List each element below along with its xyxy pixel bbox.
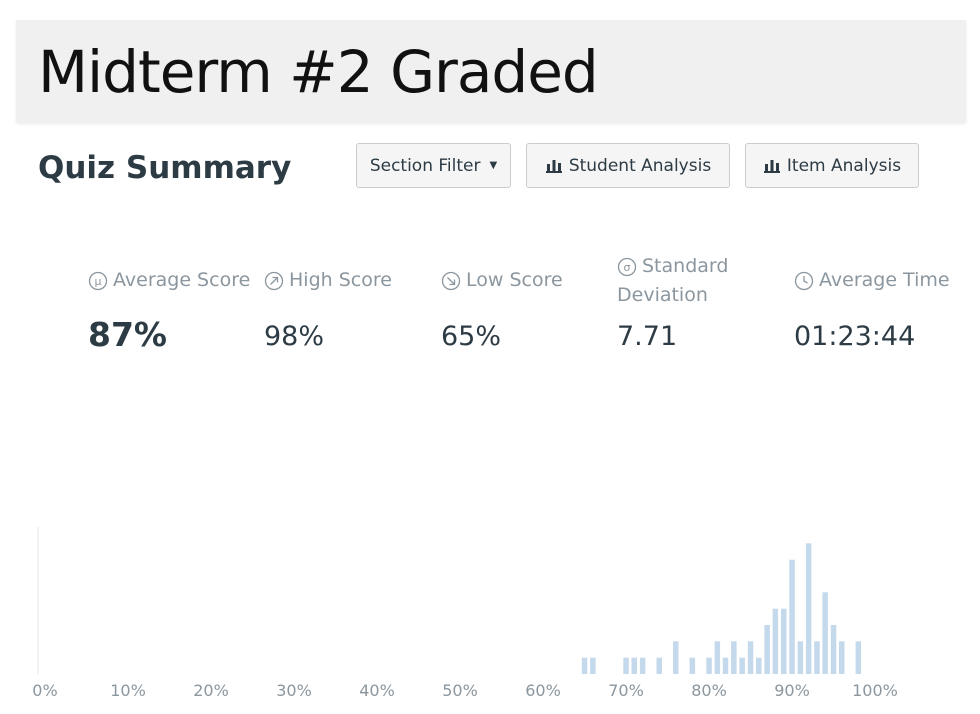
bar-chart-icon (545, 160, 562, 173)
average-time-value: 01:23:44 (794, 321, 916, 352)
caret-down-icon: ▼ (489, 160, 498, 171)
x-tick-label: 80% (691, 681, 727, 700)
stat-average-time: Average Time 01:23:44 (794, 266, 950, 352)
low-score-label: Low Score (466, 269, 563, 291)
x-tick-label: 50% (442, 681, 478, 700)
x-tick-label: 20% (193, 681, 229, 700)
histogram-bar (689, 657, 696, 674)
sigma-icon: σ (617, 257, 637, 277)
stat-low-score: Low Score 65% (441, 266, 563, 352)
x-tick-label: 70% (608, 681, 644, 700)
histogram-bar (739, 657, 745, 674)
high-score-value: 98% (264, 321, 325, 352)
histogram-bar (772, 608, 779, 674)
x-tick-label: 40% (359, 681, 395, 700)
histogram-bar (855, 641, 862, 674)
histogram-bar (639, 657, 646, 674)
item-analysis-button[interactable]: Item Analysis (745, 143, 919, 188)
low-score-value: 65% (441, 321, 502, 352)
histogram-bar (590, 657, 596, 674)
high-score-label: High Score (289, 269, 392, 291)
item-analysis-label: Item Analysis (786, 155, 902, 176)
section-filter-label: Section Filter (369, 155, 481, 176)
histogram-bar (581, 657, 588, 674)
svg-text:μ: μ (95, 275, 102, 288)
student-analysis-button[interactable]: Student Analysis (526, 143, 730, 188)
histogram-bar (839, 641, 845, 674)
standard-label-line1: Standard (642, 255, 729, 277)
arrow-down-right-icon (441, 271, 461, 291)
histogram-bar (731, 641, 737, 674)
score-distribution-chart: 0% 10% 20% 30% 40% 50% 60% 70% 80% 90% 100% (32, 527, 898, 700)
average-score-value: 87% (88, 315, 167, 354)
quiz-summary-heading: Quiz Summary (38, 150, 292, 186)
stat-high-score: High Score 98% (264, 266, 392, 352)
section-filter-button[interactable]: Section Filter ▼ (356, 143, 511, 188)
histogram-bar (706, 657, 712, 674)
average-score-label: Average Score (113, 269, 251, 291)
histogram-bar (656, 657, 662, 674)
arrow-up-right-icon (264, 271, 284, 291)
average-time-label: Average Time (819, 269, 950, 291)
x-tick-label: 30% (276, 681, 312, 700)
standard-label-line2: Deviation (617, 284, 708, 306)
histogram-bar (631, 657, 637, 674)
histogram-bar (756, 657, 762, 674)
bar-chart-icon (763, 160, 780, 173)
histogram-bar (822, 592, 828, 674)
histogram-bar (814, 641, 820, 674)
histogram-bar (673, 641, 679, 674)
histogram-bar (797, 641, 804, 674)
stat-average-score: μ Average Score 87% (88, 266, 251, 354)
histogram-bar (781, 608, 787, 674)
slide-title: Midterm #2 Graded (38, 38, 599, 106)
mu-icon: μ (88, 271, 108, 291)
x-tick-label: 90% (774, 681, 810, 700)
histogram-bar (764, 625, 770, 674)
x-tick-label: 60% (525, 681, 561, 700)
x-tick-label: 0% (32, 681, 57, 700)
svg-text:σ: σ (624, 261, 631, 274)
stat-standard-deviation: σ Standard Deviation 7.71 (617, 252, 729, 352)
histogram-bar (747, 641, 754, 674)
x-tick-label: 10% (110, 681, 146, 700)
histogram-bar (722, 657, 729, 674)
histogram-bar (789, 559, 795, 674)
x-tick-label: 100% (852, 681, 898, 700)
histogram-bar (714, 641, 721, 674)
histogram-bar (830, 625, 837, 674)
histogram-bar (805, 543, 812, 674)
clock-icon (794, 271, 814, 291)
standard-deviation-value: 7.71 (617, 321, 678, 352)
histogram-bar (623, 657, 629, 674)
student-analysis-label: Student Analysis (568, 155, 712, 176)
